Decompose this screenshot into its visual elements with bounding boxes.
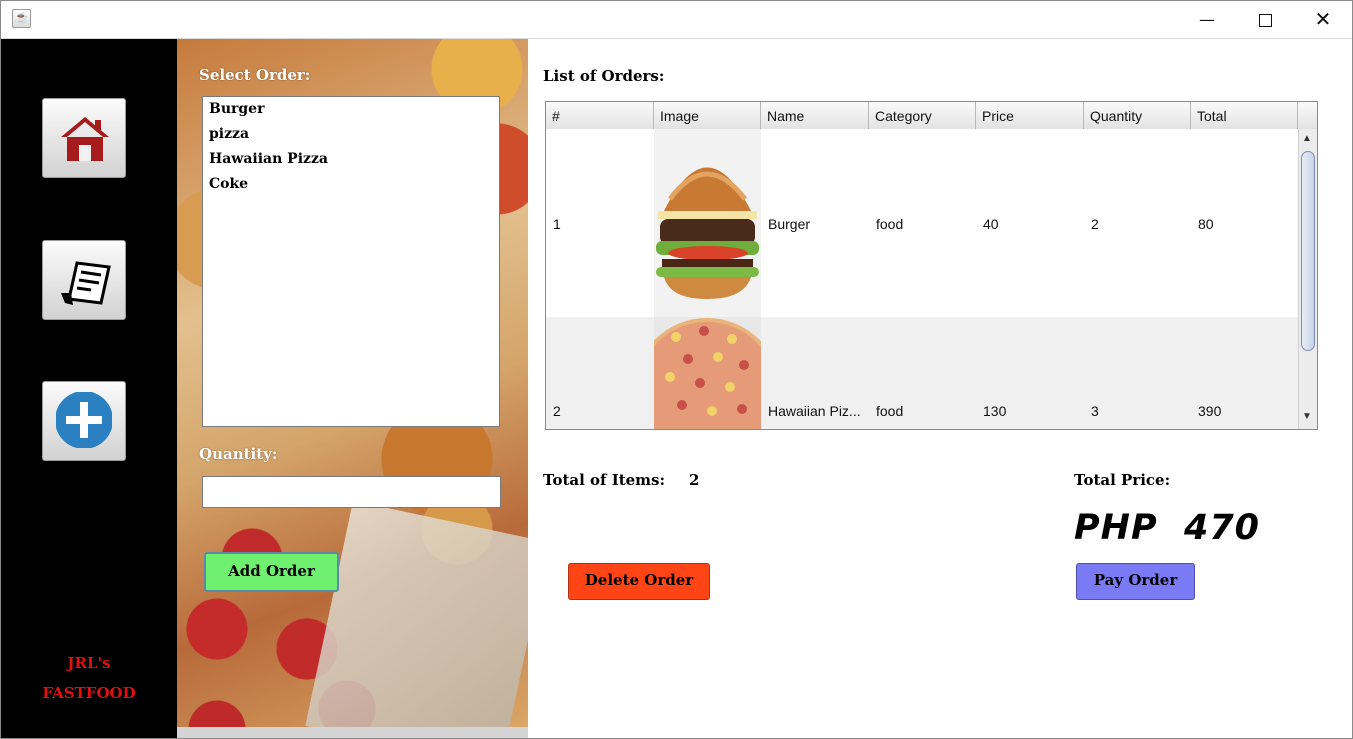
title-bar: ☕ — ✕	[1, 1, 1352, 39]
maximize-icon	[1258, 14, 1272, 27]
menu-list[interactable]: Burger pizza Hawaiian Pizza Coke	[202, 96, 500, 427]
delete-order-button[interactable]: Delete Order	[568, 563, 710, 600]
cell-total: 80	[1198, 216, 1214, 232]
column-header[interactable]: Price	[976, 102, 1084, 129]
column-header[interactable]: #	[546, 102, 654, 129]
burger-image	[654, 129, 761, 317]
panel-bottom-strip	[177, 727, 528, 738]
house-icon	[61, 117, 109, 161]
add-item-button[interactable]	[42, 381, 126, 461]
sidebar: JRL's FASTFOOD	[1, 39, 177, 738]
menu-list-item[interactable]: pizza	[209, 126, 249, 142]
total-items-label: Total of Items:	[543, 471, 666, 489]
brand-line-1: JRL's	[67, 654, 111, 672]
pay-order-button[interactable]: Pay Order	[1076, 563, 1195, 600]
pizza-image	[654, 317, 761, 429]
maximize-button[interactable]	[1237, 1, 1293, 38]
cell-category: food	[876, 403, 904, 419]
column-header[interactable]: Category	[869, 102, 976, 129]
home-button[interactable]	[42, 98, 126, 178]
cell-name: Hawaiian Piz...	[768, 403, 861, 419]
app-window: ☕ — ✕ JRL's FASTFOOD Select Order: Burge…	[0, 0, 1353, 739]
cell-price: 40	[983, 216, 999, 232]
receipt-icon	[61, 261, 111, 305]
orders-title: List of Orders:	[543, 67, 665, 85]
scroll-down-icon[interactable]: ▼	[1302, 411, 1312, 422]
orders-button[interactable]	[42, 240, 126, 320]
scroll-up-icon[interactable]: ▲	[1302, 133, 1312, 144]
add-order-button[interactable]: Add Order	[204, 552, 339, 592]
menu-list-item[interactable]: Burger	[209, 101, 264, 117]
total-price-label: Total Price:	[1074, 471, 1171, 489]
table-row[interactable]: 1 Burger food 40 2 80	[546, 129, 1298, 317]
quantity-input[interactable]	[202, 476, 501, 508]
total-price-value: PHP 470	[1074, 508, 1261, 548]
plus-icon	[56, 392, 112, 448]
column-header[interactable]: Image	[654, 102, 761, 129]
minimize-button[interactable]: —	[1179, 1, 1235, 38]
cell-name: Burger	[768, 216, 811, 232]
menu-list-item[interactable]: Hawaiian Pizza	[209, 151, 328, 167]
column-header[interactable]: Total	[1191, 102, 1298, 129]
cell-price: 130	[983, 403, 1007, 419]
brand-line-2: FASTFOOD	[42, 684, 136, 702]
scrollbar-thumb[interactable]	[1301, 151, 1315, 351]
table-scrollbar[interactable]: ▲ ▼	[1298, 129, 1317, 429]
cell-number: 2	[553, 403, 561, 419]
cell-category: food	[876, 216, 904, 232]
column-header[interactable]: Quantity	[1084, 102, 1191, 129]
quantity-label: Quantity:	[199, 445, 278, 463]
column-header[interactable]: Name	[761, 102, 869, 129]
orders-table: # Image Name Category Price Quantity Tot…	[545, 101, 1318, 430]
table-header: # Image Name Category Price Quantity Tot…	[546, 102, 1317, 130]
select-order-label: Select Order:	[199, 66, 311, 84]
cell-quantity: 2	[1091, 216, 1099, 232]
java-app-icon: ☕	[12, 9, 31, 28]
menu-list-item[interactable]: Coke	[209, 176, 248, 192]
cell-number: 1	[553, 216, 561, 232]
table-row[interactable]: 2 Hawaiian Piz... food 130 3 390	[546, 317, 1298, 429]
background-paper	[305, 500, 528, 727]
close-button[interactable]: ✕	[1295, 1, 1351, 38]
total-items-value: 2	[689, 471, 700, 489]
cell-quantity: 3	[1091, 403, 1099, 419]
cell-total: 390	[1198, 403, 1222, 419]
